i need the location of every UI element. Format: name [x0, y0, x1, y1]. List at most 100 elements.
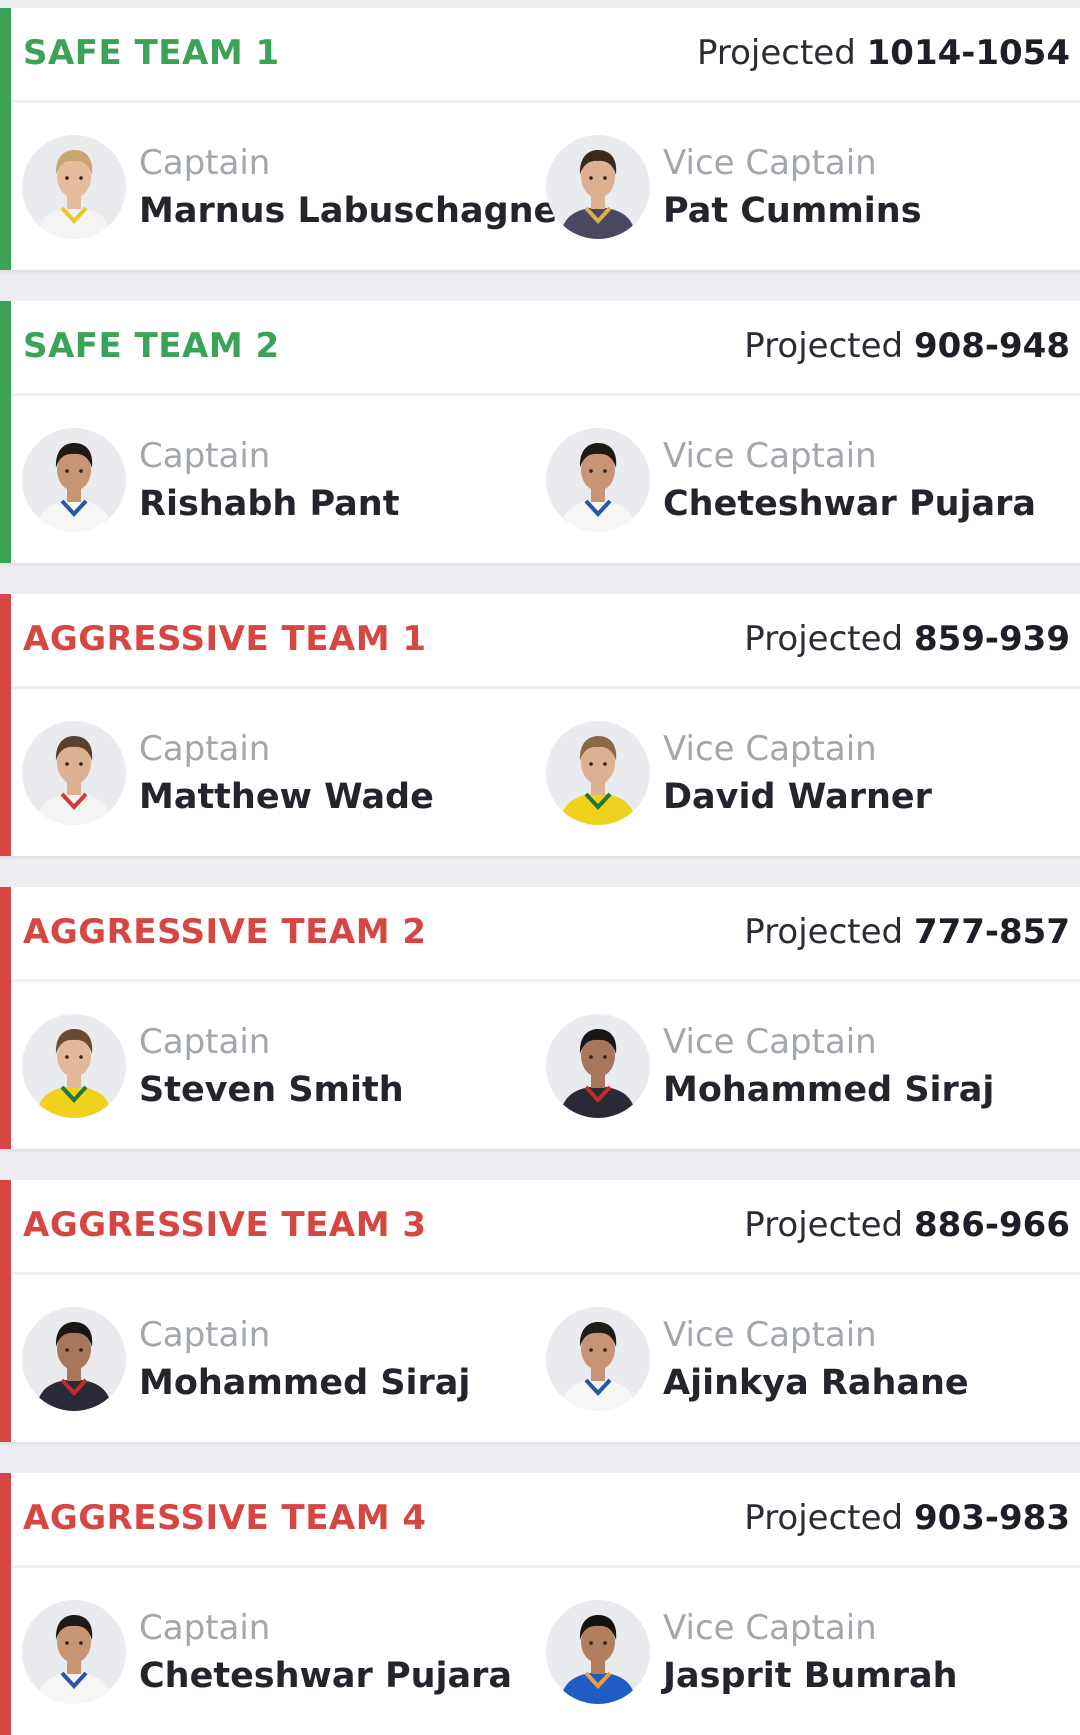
player-avatar: [546, 1014, 650, 1118]
player-portrait: [560, 1615, 636, 1704]
team-name: AGGRESSIVE TEAM 1: [23, 619, 427, 659]
team-name: SAFE TEAM 2: [23, 326, 280, 366]
projection: Projected 777-857: [744, 912, 1070, 952]
team-type-bar: [0, 594, 11, 856]
projected-label: Projected: [696, 33, 856, 73]
vice-captain-slot[interactable]: Vice Captain Pat Cummins: [546, 135, 1066, 241]
player-portrait: [36, 150, 112, 239]
team-card[interactable]: SAFE TEAM 1 Projected 1014-1054 Captain …: [0, 8, 1080, 270]
projected-range: 908-948: [913, 326, 1070, 366]
projection: Projected 886-966: [744, 1205, 1070, 1245]
projected-label: Projected: [744, 1498, 904, 1538]
projection: Projected 859-939: [744, 619, 1070, 659]
team-type-bar: [0, 1180, 11, 1442]
team-name: AGGRESSIVE TEAM 2: [23, 912, 427, 952]
player-portrait: [36, 443, 112, 532]
vice-captain-name: David Warner: [663, 777, 932, 817]
vice-captain-slot[interactable]: Vice Captain Cheteshwar Pujara: [546, 428, 1066, 534]
projected-range: 859-939: [913, 619, 1070, 659]
vice-captain-name: Jasprit Bumrah: [663, 1656, 958, 1696]
captain-label: Captain: [139, 1608, 271, 1648]
projection: Projected 1014-1054: [697, 33, 1070, 73]
team-card[interactable]: AGGRESSIVE TEAM 2 Projected 777-857 Capt…: [0, 887, 1080, 1149]
projected-label: Projected: [744, 326, 904, 366]
projection: Projected 903-983: [744, 1498, 1070, 1538]
card-header: AGGRESSIVE TEAM 1 Projected 859-939: [11, 594, 1080, 689]
team-card[interactable]: SAFE TEAM 2 Projected 908-948 Captain Ri…: [0, 301, 1080, 563]
captain-slot[interactable]: Captain Mohammed Siraj: [22, 1307, 542, 1413]
team-type-bar: [0, 887, 11, 1149]
captain-name: Cheteshwar Pujara: [139, 1656, 513, 1696]
captain-slot[interactable]: Captain Matthew Wade: [22, 721, 542, 827]
projected-label: Projected: [744, 912, 904, 952]
player-avatar: [22, 1600, 126, 1704]
team-name: SAFE TEAM 1: [23, 33, 280, 73]
captain-slot[interactable]: Captain Cheteshwar Pujara: [22, 1600, 542, 1706]
player-portrait: [560, 1322, 636, 1411]
projected-label: Projected: [744, 619, 904, 659]
card-header: SAFE TEAM 2 Projected 908-948: [11, 301, 1080, 396]
player-portrait: [560, 443, 636, 532]
captain-slot[interactable]: Captain Marnus Labuschagne: [22, 135, 557, 241]
projected-range: 1014-1054: [866, 33, 1070, 73]
team-card[interactable]: AGGRESSIVE TEAM 3 Projected 886-966 Capt…: [0, 1180, 1080, 1442]
captain-name: Rishabh Pant: [139, 484, 400, 524]
team-name: AGGRESSIVE TEAM 3: [23, 1205, 427, 1245]
captain-label: Captain: [139, 729, 271, 769]
vice-captain-name: Pat Cummins: [663, 191, 922, 231]
card-header: SAFE TEAM 1 Projected 1014-1054: [11, 8, 1080, 103]
player-portrait: [36, 1322, 112, 1411]
projected-range: 903-983: [913, 1498, 1070, 1538]
player-avatar: [546, 428, 650, 532]
player-portrait: [560, 1029, 636, 1118]
captain-label: Captain: [139, 1315, 271, 1355]
player-avatar: [22, 428, 126, 532]
team-list: SAFE TEAM 1 Projected 1014-1054 Captain …: [0, 0, 1080, 1735]
player-avatar: [546, 1600, 650, 1704]
player-portrait: [560, 736, 636, 825]
vice-captain-label: Vice Captain: [663, 1315, 877, 1355]
vice-captain-slot[interactable]: Vice Captain Mohammed Siraj: [546, 1014, 1066, 1120]
vice-captain-slot[interactable]: Vice Captain David Warner: [546, 721, 1066, 827]
player-portrait: [36, 1615, 112, 1704]
card-header: AGGRESSIVE TEAM 2 Projected 777-857: [11, 887, 1080, 982]
player-avatar: [22, 1307, 126, 1411]
captain-label: Captain: [139, 1022, 271, 1062]
vice-captain-slot[interactable]: Vice Captain Ajinkya Rahane: [546, 1307, 1066, 1413]
player-portrait: [36, 1029, 112, 1118]
player-avatar: [22, 1014, 126, 1118]
projection: Projected 908-948: [744, 326, 1070, 366]
vice-captain-label: Vice Captain: [663, 143, 877, 183]
team-type-bar: [0, 8, 11, 270]
captain-name: Mohammed Siraj: [139, 1363, 471, 1403]
player-portrait: [36, 736, 112, 825]
captain-name: Marnus Labuschagne: [139, 191, 558, 231]
card-header: AGGRESSIVE TEAM 3 Projected 886-966: [11, 1180, 1080, 1275]
captain-slot[interactable]: Captain Rishabh Pant: [22, 428, 542, 534]
vice-captain-label: Vice Captain: [663, 1022, 877, 1062]
player-avatar: [22, 721, 126, 825]
team-card[interactable]: AGGRESSIVE TEAM 4 Projected 903-983 Capt…: [0, 1473, 1080, 1735]
vice-captain-label: Vice Captain: [663, 729, 877, 769]
team-card[interactable]: AGGRESSIVE TEAM 1 Projected 859-939 Capt…: [0, 594, 1080, 856]
captain-label: Captain: [139, 143, 271, 183]
team-type-bar: [0, 1473, 11, 1735]
vice-captain-label: Vice Captain: [663, 436, 877, 476]
vice-captain-label: Vice Captain: [663, 1608, 877, 1648]
vice-captain-name: Cheteshwar Pujara: [663, 484, 1037, 524]
player-avatar: [546, 1307, 650, 1411]
projected-range: 886-966: [913, 1205, 1070, 1245]
captain-label: Captain: [139, 436, 271, 476]
captain-name: Matthew Wade: [139, 777, 434, 817]
card-header: AGGRESSIVE TEAM 4 Projected 903-983: [11, 1473, 1080, 1568]
player-portrait: [560, 150, 636, 239]
vice-captain-slot[interactable]: Vice Captain Jasprit Bumrah: [546, 1600, 1066, 1706]
player-avatar: [546, 721, 650, 825]
captain-slot[interactable]: Captain Steven Smith: [22, 1014, 542, 1120]
vice-captain-name: Mohammed Siraj: [663, 1070, 995, 1110]
projected-label: Projected: [744, 1205, 904, 1245]
team-type-bar: [0, 301, 11, 563]
team-name: AGGRESSIVE TEAM 4: [23, 1498, 427, 1538]
player-avatar: [546, 135, 650, 239]
captain-name: Steven Smith: [139, 1070, 404, 1110]
